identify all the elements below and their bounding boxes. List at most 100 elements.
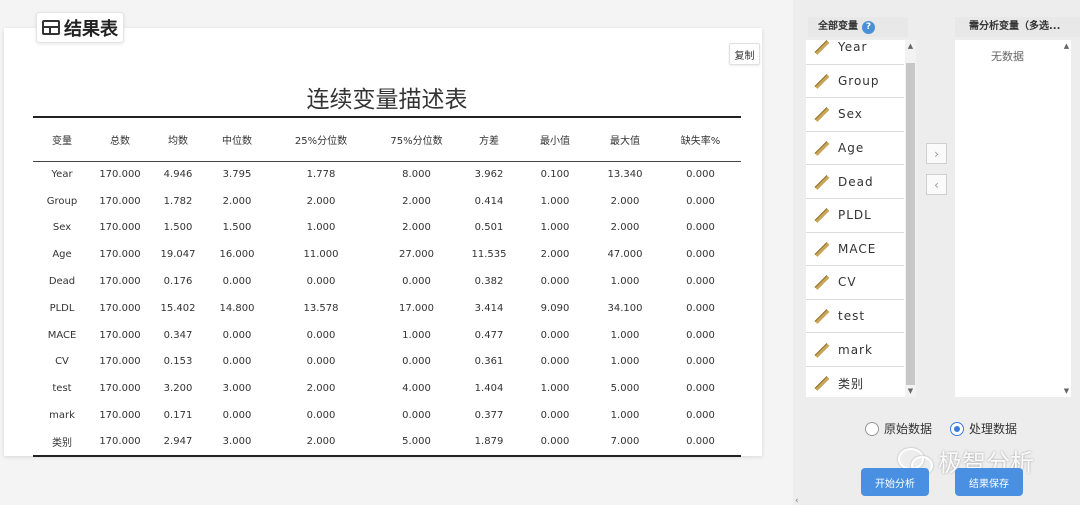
table-cell: 1.000 (402, 329, 431, 341)
variable-item[interactable]: mark (806, 333, 904, 367)
table-cell: 1.000 (610, 356, 640, 368)
radio-button[interactable] (865, 421, 879, 436)
table-cell: 13.340 (607, 169, 643, 181)
table-cell: 170.000 (99, 195, 141, 207)
table-cell: 1.500 (222, 222, 252, 234)
variable-item[interactable]: test (806, 300, 904, 334)
variables-scrollbar[interactable]: ▲ ▼ (905, 40, 916, 397)
start-analysis-button[interactable]: 开始分析 (861, 468, 929, 496)
variable-item[interactable]: MACE (806, 233, 904, 267)
radio-processed-data[interactable]: 处理数据 (950, 420, 1017, 437)
table-cell: 0.000 (402, 410, 431, 422)
radio-label: 原始数据 (884, 422, 933, 436)
table-cell: 14.800 (219, 302, 255, 314)
variable-item[interactable]: Group (806, 65, 904, 99)
selected-variables-list[interactable]: 无数据 ▲ ▼ (955, 40, 1071, 397)
help-icon[interactable]: ? (862, 20, 875, 34)
variable-name-cell: 类别 (52, 438, 72, 450)
table-cell: 2.000 (402, 222, 431, 234)
table-cell: 2.000 (540, 249, 570, 261)
table-cell: 27.000 (399, 249, 434, 261)
table-cell: 170.000 (99, 249, 141, 261)
table-cell: 0.000 (686, 356, 715, 368)
table-cell: 0.000 (540, 276, 570, 288)
all-variables-list[interactable]: Year Group Sex Age Dead PLDL MACE CV test mark 类别 … (806, 40, 916, 397)
table-row: CV 170.000 0.153 0.000 0.000 0.000 0.361 0.000 1… (33, 349, 741, 376)
column-header: 中位数 (222, 135, 252, 147)
table-cell: 0.501 (474, 222, 504, 234)
variable-item[interactable]: CV (806, 266, 904, 300)
table-cell: 2.000 (222, 195, 252, 207)
table-row: Year 170.000 4.946 3.795 1.778 8.000 3.962 0.10… (33, 161, 741, 188)
table-cell: 0.000 (222, 329, 252, 341)
table-row: test 170.000 3.200 3.000 2.000 4.000 1.404 1.00… (33, 375, 741, 402)
table-cell: 3.000 (222, 436, 252, 448)
table-cell: 3.000 (222, 383, 252, 395)
variable-name-cell: Sex (52, 222, 72, 234)
variable-name-cell: PLDL (49, 302, 75, 314)
table-cell: 0.100 (540, 169, 570, 181)
table-cell: 1.879 (474, 436, 504, 448)
result-tab[interactable]: 结果表 (36, 12, 124, 43)
table-row: Group 170.000 1.782 2.000 2.000 2.000 0.414 1.0… (33, 188, 741, 215)
table-title: 连续变量描述表 (306, 87, 468, 113)
table-cell: 15.402 (160, 302, 196, 314)
variable-item[interactable]: Sex (806, 98, 904, 132)
variable-name-cell: test (52, 383, 72, 395)
column-header: 方差 (479, 135, 499, 147)
table-cell: 13.578 (303, 302, 339, 314)
variable-item[interactable]: Year (806, 40, 904, 65)
variable-name-cell: MACE (47, 329, 77, 341)
move-left-button[interactable]: ‹ (926, 174, 947, 195)
variable-label: CV (838, 275, 857, 290)
pencil-icon (814, 343, 828, 357)
table-cell: 0.477 (474, 329, 504, 341)
scroll-up-icon[interactable]: ▲ (1061, 40, 1072, 52)
variable-item[interactable]: PLDL (806, 199, 904, 233)
table-cell: 0.000 (686, 436, 715, 448)
move-right-button[interactable]: › (926, 143, 947, 164)
table-cell: 0.377 (474, 410, 504, 422)
table-cell: 8.000 (402, 169, 431, 181)
table-cell: 0.000 (686, 276, 715, 288)
radio-button[interactable] (950, 421, 965, 436)
table-cell: 3.962 (474, 169, 504, 181)
variable-name-cell: Group (46, 195, 78, 207)
table-cell: 0.000 (686, 302, 715, 314)
table-cell: 0.000 (686, 195, 715, 207)
selected-scrollbar[interactable]: ▲ ▼ (1061, 40, 1071, 397)
table-cell: 1.000 (610, 276, 640, 288)
table-cell: 11.000 (303, 249, 339, 261)
table-cell: 0.000 (306, 356, 336, 368)
table-cell: 2.000 (306, 383, 336, 395)
table-cell: 3.200 (163, 383, 193, 395)
scroll-down-icon[interactable]: ▼ (905, 385, 916, 397)
table-cell: 0.347 (163, 329, 193, 341)
table-cell: 0.414 (474, 195, 504, 207)
pencil-icon (814, 107, 828, 121)
copy-button[interactable]: 复制 (729, 43, 760, 65)
variable-name-cell: Year (51, 169, 73, 181)
table-cell: 0.000 (686, 410, 715, 422)
variable-item[interactable]: Dead (806, 165, 904, 199)
table-row: 类别 170.000 2.947 3.000 2.000 5.000 1.879 0.000 7… (33, 429, 741, 456)
scroll-left-icon[interactable]: ‹ (795, 496, 799, 505)
table-cell: 16.000 (219, 249, 255, 261)
table-row: Age 170.000 19.047 16.000 11.000 27.000 11.535… (33, 241, 741, 268)
scroll-down-icon[interactable]: ▼ (1061, 385, 1072, 397)
variable-label: mark (838, 342, 873, 357)
column-header: 25%分位数 (294, 135, 348, 147)
table-cell: 2.000 (610, 222, 640, 234)
variable-item[interactable]: Age (806, 132, 904, 166)
scroll-thumb[interactable] (906, 63, 915, 385)
radio-raw-data[interactable]: 原始数据 (865, 420, 932, 437)
table-cell: 1.000 (540, 383, 570, 395)
variable-item[interactable]: 类别 (806, 367, 904, 397)
variable-label: test (838, 309, 866, 324)
scroll-up-icon[interactable]: ▲ (905, 40, 916, 52)
save-results-button[interactable]: 结果保存 (955, 468, 1023, 496)
pencil-icon (814, 208, 828, 222)
table-cell: 1.000 (610, 410, 640, 422)
table-cell: 1.000 (610, 329, 640, 341)
pencil-icon (814, 74, 828, 88)
